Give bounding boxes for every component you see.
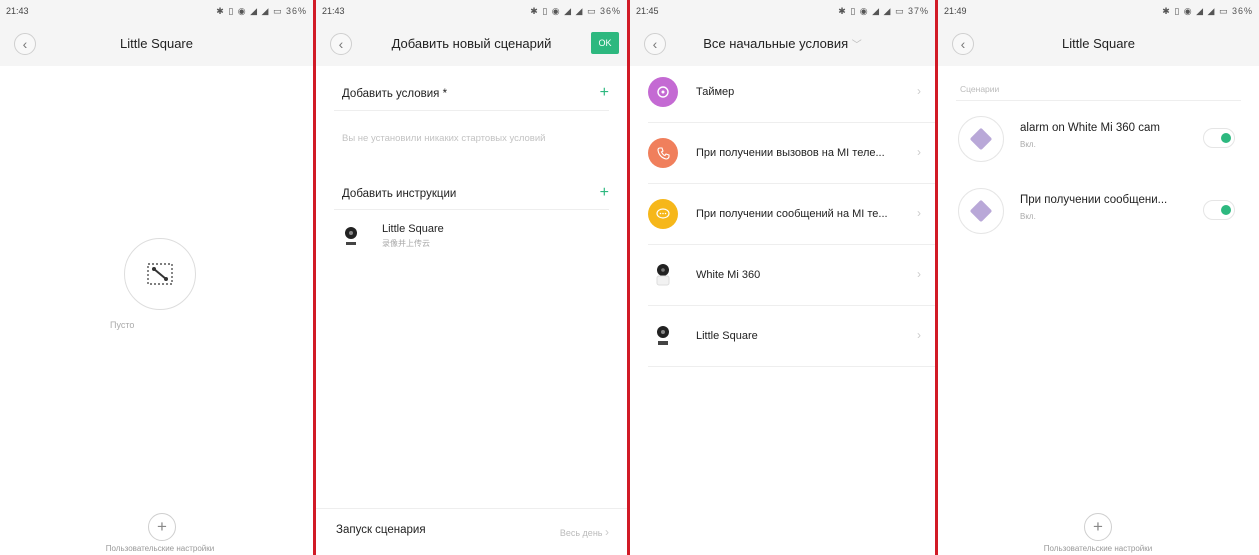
page-title: Little Square: [1062, 36, 1135, 51]
camera-icon: [345, 227, 357, 245]
status-time: 21:45: [636, 6, 659, 16]
empty-state-icon: [124, 238, 196, 310]
status-bar: 21:49 ✱ ▯ ◉ ◢ ◢ ▭ 36%: [938, 0, 1259, 22]
scene-item[interactable]: alarm on White Mi 360 cam Вкл.: [958, 114, 1239, 166]
add-scenario-button[interactable]: +: [148, 513, 176, 541]
screen-scenarios: 21:49 ✱ ▯ ◉ ◢ ◢ ▭ 36% ‹ Little Square Сц…: [938, 0, 1259, 555]
divider: [334, 110, 609, 111]
device-subtitle: 录像并上传云: [382, 239, 430, 248]
scene-cube-icon: [958, 116, 1004, 162]
chevron-right-icon: ›: [605, 525, 609, 539]
empty-scenario-icon: [147, 263, 173, 285]
message-icon: [648, 199, 678, 229]
chevron-right-icon: ›: [917, 267, 921, 281]
no-conditions-hint: Вы не установили никаких стартовых услов…: [342, 133, 546, 144]
plus-icon: +: [1093, 517, 1103, 536]
add-instructions-plus-icon[interactable]: +: [600, 184, 609, 202]
chevron-right-icon: ›: [917, 84, 921, 98]
title-text: Все начальные условия: [703, 36, 849, 51]
status-bar: 21:43 ✱ ▯ ◉ ◢ ◢ ▭ 36%: [0, 0, 313, 22]
screen-add-scenario: 21:43 ✱ ▯ ◉ ◢ ◢ ▭ 36% ‹ Добавить новый с…: [316, 0, 627, 555]
status-time: 21:43: [6, 6, 29, 16]
page-title[interactable]: Все начальные условия ﹀: [630, 36, 935, 51]
status-icons: ✱ ▯ ◉ ◢ ◢ ▭ 36%: [1162, 5, 1253, 16]
device-name: Little Square: [382, 223, 444, 235]
app-header: ‹ Little Square: [0, 22, 313, 66]
device-item[interactable]: Little Square 录像并上传云: [342, 222, 602, 258]
scene-toggle[interactable]: [1203, 200, 1235, 220]
ok-button[interactable]: OK: [591, 32, 619, 54]
chevron-right-icon: ›: [917, 206, 921, 220]
condition-item-white-mi-360[interactable]: White Mi 360 ›: [630, 245, 935, 306]
screen-device-empty: 21:43 ✱ ▯ ◉ ◢ ◢ ▭ 36% ‹ Little Square Пу…: [0, 0, 313, 555]
status-bar: 21:43 ✱ ▯ ◉ ◢ ◢ ▭ 36%: [316, 0, 627, 22]
condition-item-calls[interactable]: При получении вызовов на MI теле... ›: [630, 123, 935, 184]
add-conditions-plus-icon[interactable]: +: [600, 84, 609, 102]
condition-label: При получении вызовов на MI теле...: [696, 147, 885, 159]
scene-toggle[interactable]: [1203, 128, 1235, 148]
chevron-right-icon: ›: [917, 328, 921, 342]
status-time: 21:49: [944, 6, 967, 16]
launch-scenario-row[interactable]: Запуск сценария Весь день ›: [316, 518, 627, 546]
app-header: ‹ Добавить новый сценарий OK: [316, 22, 627, 66]
divider: [334, 209, 609, 210]
scene-status: Вкл.: [1020, 140, 1036, 149]
status-icons: ✱ ▯ ◉ ◢ ◢ ▭ 36%: [530, 5, 621, 16]
add-scenario-button[interactable]: +: [1084, 513, 1112, 541]
scene-item[interactable]: При получении сообщени... Вкл.: [958, 186, 1239, 238]
scene-status: Вкл.: [1020, 212, 1036, 221]
add-conditions-label[interactable]: Добавить условия *: [342, 88, 447, 100]
add-instructions-label[interactable]: Добавить инструкции: [342, 188, 456, 200]
scene-cube-icon: [958, 188, 1004, 234]
condition-label: White Mi 360: [696, 269, 761, 281]
page-title: Little Square: [120, 36, 193, 51]
scene-name: alarm on White Mi 360 cam: [1020, 122, 1160, 134]
app-header: ‹ Все начальные условия ﹀: [630, 22, 935, 66]
divider: [956, 100, 1241, 101]
page-title: Добавить новый сценарий: [391, 36, 552, 51]
launch-value-text: Весь день: [559, 528, 603, 538]
plus-icon: +: [157, 517, 167, 536]
status-time: 21:43: [322, 6, 345, 16]
condition-item-messages[interactable]: При получении сообщений на MI те... ›: [630, 184, 935, 245]
condition-label: При получении сообщений на MI те...: [696, 208, 888, 220]
camera-icon: [648, 321, 678, 351]
screen-conditions: 21:45 ✱ ▯ ◉ ◢ ◢ ▭ 37% ‹ Все начальные ус…: [630, 0, 935, 555]
condition-item-little-square[interactable]: Little Square ›: [630, 306, 935, 367]
launch-scenario-value: Весь день ›: [560, 525, 609, 539]
condition-label: Таймер: [696, 86, 735, 98]
phone-icon: [648, 138, 678, 168]
status-bar: 21:45 ✱ ▯ ◉ ◢ ◢ ▭ 37%: [630, 0, 935, 22]
footer-label: Пользовательские настройки: [1043, 544, 1153, 553]
status-icons: ✱ ▯ ◉ ◢ ◢ ▭ 36%: [216, 5, 307, 16]
status-icons: ✱ ▯ ◉ ◢ ◢ ▭ 37%: [838, 5, 929, 16]
scene-name: При получении сообщени...: [1020, 194, 1168, 206]
empty-label: Пусто: [110, 320, 135, 330]
launch-scenario-label: Запуск сценария: [336, 524, 426, 536]
condition-label: Little Square: [696, 330, 758, 342]
screenshot-row: 21:43 ✱ ▯ ◉ ◢ ◢ ▭ 36% ‹ Little Square Пу…: [0, 0, 1259, 555]
divider: [316, 508, 627, 509]
app-header: ‹ Little Square: [938, 22, 1259, 66]
condition-item-timer[interactable]: Таймер ›: [630, 62, 935, 123]
footer-label: Пользовательские настройки: [105, 544, 215, 553]
clock-icon: [648, 77, 678, 107]
camera-360-icon: [648, 260, 678, 290]
section-header: Сценарии: [960, 84, 1000, 94]
chevron-right-icon: ›: [917, 145, 921, 159]
chevron-down-icon: ﹀: [851, 40, 862, 51]
